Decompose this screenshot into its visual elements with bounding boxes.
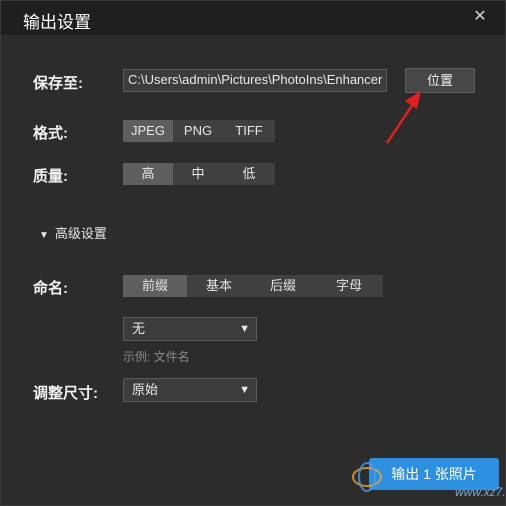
format-option-png[interactable]: PNG	[173, 120, 223, 142]
resize-label: 调整尺寸:	[33, 385, 98, 402]
chevron-down-icon: ▼	[239, 384, 250, 396]
naming-example: 示例: 文件名	[123, 350, 190, 364]
quality-option-high[interactable]: 高	[123, 163, 173, 185]
naming-select[interactable]: 无 ▼	[123, 317, 257, 341]
resize-select[interactable]: 原始 ▼	[123, 378, 257, 402]
naming-option-suffix[interactable]: 后缀	[251, 275, 315, 297]
naming-select-value: 无	[132, 321, 146, 336]
output-settings-dialog: 输出设置 ✕ 保存至: C:\Users\admin\Pictures\Phot…	[0, 0, 506, 506]
quality-label: 质量:	[33, 168, 68, 185]
resize-select-value: 原始	[132, 382, 159, 397]
format-option-tiff[interactable]: TIFF	[223, 120, 275, 142]
title-bar: 输出设置 ✕	[1, 1, 505, 35]
close-icon[interactable]: ✕	[471, 8, 489, 26]
quality-option-medium[interactable]: 中	[173, 163, 223, 185]
save-path-field[interactable]: C:\Users\admin\Pictures\PhotoIns\Enhance…	[123, 69, 387, 92]
red-arrow-annotation	[385, 91, 421, 144]
format-label: 格式:	[33, 125, 68, 142]
naming-option-letter[interactable]: 字母	[315, 275, 383, 297]
chevron-down-icon: ▼	[239, 323, 250, 335]
naming-option-basic[interactable]: 基本	[187, 275, 251, 297]
watermark-text: www.xz7.com	[455, 485, 506, 499]
naming-segmented: 前缀 基本 后缀 字母	[123, 275, 383, 297]
quality-segmented: 高 中 低	[123, 163, 275, 185]
format-segmented: JPEG PNG TIFF	[123, 120, 275, 142]
format-option-jpeg[interactable]: JPEG	[123, 120, 173, 142]
advanced-settings-toggle[interactable]: ▼ 高级设置	[39, 223, 107, 242]
save-to-label: 保存至:	[33, 75, 83, 92]
dialog-title: 输出设置	[23, 13, 91, 32]
naming-label: 命名:	[33, 280, 68, 297]
chevron-down-icon: ▼	[39, 230, 49, 241]
quality-option-low[interactable]: 低	[223, 163, 275, 185]
advanced-settings-label: 高级设置	[54, 226, 107, 241]
naming-option-prefix[interactable]: 前缀	[123, 275, 187, 297]
